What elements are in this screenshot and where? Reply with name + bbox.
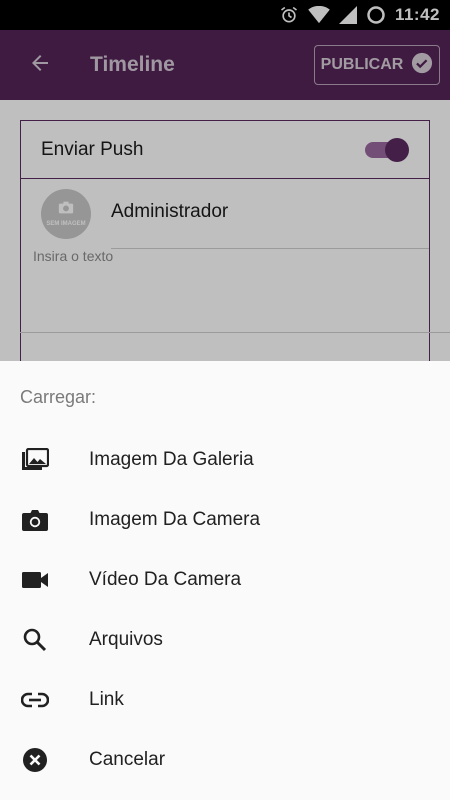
menu-item-camera[interactable]: Imagem Da Camera bbox=[0, 490, 450, 550]
menu-item-link[interactable]: Link bbox=[0, 670, 450, 730]
menu-label: Vídeo Da Camera bbox=[89, 569, 242, 590]
sheet-title: Carregar: bbox=[20, 387, 97, 407]
menu-label: Imagem Da Galeria bbox=[89, 449, 254, 470]
upload-bottom-sheet: Carregar: Imagem Da Galeria Imagem Da Ca… bbox=[0, 361, 450, 800]
menu-label: Cancelar bbox=[89, 749, 166, 770]
menu-item-files[interactable]: Arquivos bbox=[0, 610, 450, 670]
menu-item-video[interactable]: Vídeo Da Camera bbox=[0, 550, 450, 610]
camera-icon bbox=[20, 505, 50, 535]
video-camera-icon bbox=[20, 565, 50, 595]
app-screen: 11:42 Timeline PUBLICAR Enviar Push SEM … bbox=[0, 0, 450, 800]
menu-item-cancel[interactable]: Cancelar bbox=[0, 730, 450, 790]
cancel-icon bbox=[20, 745, 50, 775]
search-icon bbox=[20, 625, 50, 655]
menu-label: Arquivos bbox=[89, 629, 163, 650]
menu-label: Imagem Da Camera bbox=[89, 509, 261, 530]
menu-item-gallery[interactable]: Imagem Da Galeria bbox=[0, 430, 450, 490]
menu-label: Link bbox=[89, 689, 124, 710]
gallery-icon bbox=[20, 445, 50, 475]
link-icon bbox=[20, 685, 50, 715]
